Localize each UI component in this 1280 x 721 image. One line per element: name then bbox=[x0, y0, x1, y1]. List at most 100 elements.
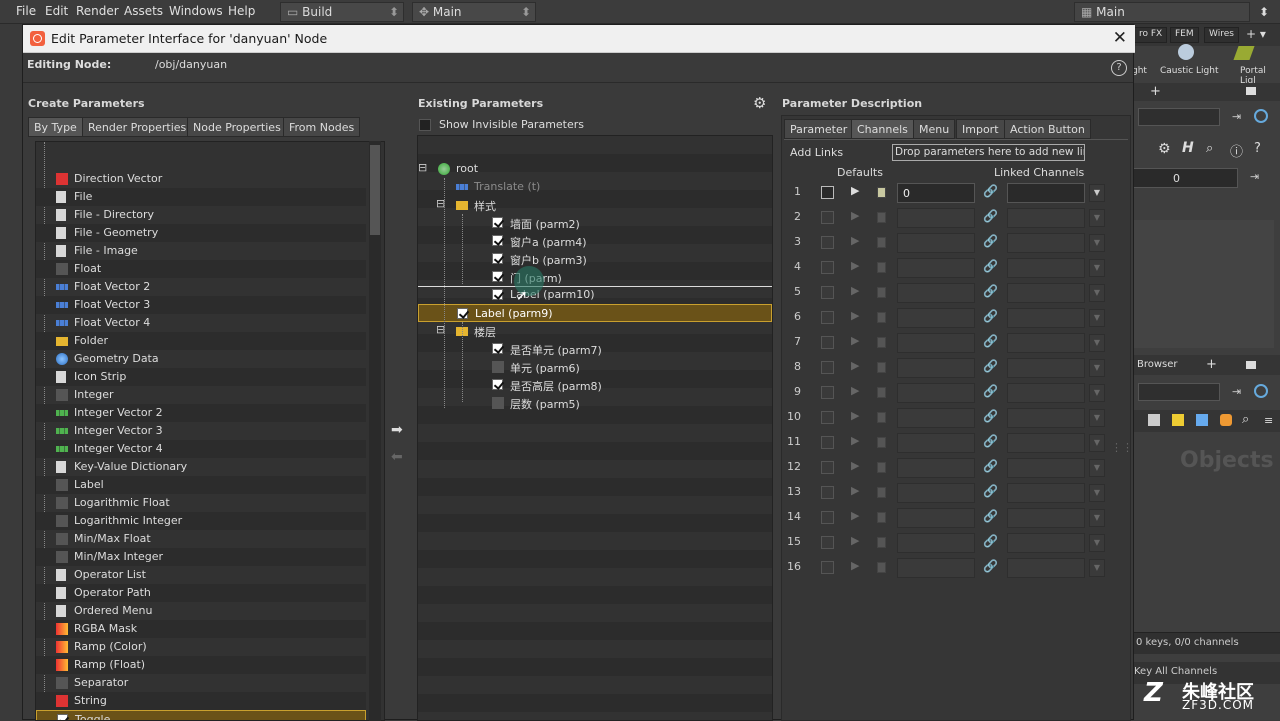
linked-channel-field[interactable] bbox=[1007, 258, 1085, 278]
shelf-set-dropdown[interactable]: ✥ Main ⬍ bbox=[412, 2, 536, 22]
create-param-item[interactable]: Direction Vector bbox=[36, 170, 366, 188]
resize-handle-icon[interactable]: ⋮⋮ bbox=[1111, 441, 1133, 454]
gear-icon[interactable]: ⚙ bbox=[1158, 141, 1171, 157]
linked-channel-field[interactable] bbox=[1007, 183, 1085, 203]
tab-channels[interactable]: Channels bbox=[851, 119, 914, 139]
existing-param-item[interactable]: Label (parm10) bbox=[418, 286, 772, 304]
link-circle-icon[interactable] bbox=[1254, 384, 1268, 398]
play-arrow-icon[interactable]: ▶ bbox=[851, 259, 859, 272]
sheet-icon[interactable] bbox=[877, 337, 886, 348]
linked-channel-dropdown[interactable]: ▼ bbox=[1089, 459, 1105, 477]
create-param-item[interactable]: Operator Path bbox=[36, 584, 366, 602]
linked-channel-field[interactable] bbox=[1007, 333, 1085, 353]
menu-assets[interactable]: Assets bbox=[124, 4, 163, 18]
create-param-item[interactable]: Operator List bbox=[36, 566, 366, 584]
search-icon[interactable]: ⌕ bbox=[1242, 412, 1249, 427]
link-icon[interactable]: 🔗 bbox=[983, 184, 998, 198]
sheet-icon[interactable] bbox=[877, 362, 886, 373]
create-param-item[interactable]: Float Vector 4 bbox=[36, 314, 366, 332]
existing-param-item[interactable]: 墙面 (parm2) bbox=[418, 214, 772, 232]
add-tab-icon[interactable]: + bbox=[1206, 357, 1217, 372]
existing-param-item[interactable]: 是否单元 (parm7) bbox=[418, 340, 772, 358]
default-value-field[interactable] bbox=[897, 483, 975, 503]
sheet-icon[interactable] bbox=[877, 487, 886, 498]
create-param-item[interactable]: Float bbox=[36, 260, 366, 278]
info-icon[interactable]: ⓘ bbox=[1230, 141, 1243, 160]
sheet-icon[interactable] bbox=[877, 537, 886, 548]
create-param-item[interactable]: Float Vector 3 bbox=[36, 296, 366, 314]
default-value-field[interactable] bbox=[897, 358, 975, 378]
menu-edit[interactable]: Edit bbox=[45, 4, 68, 18]
remove-parameter-arrow-icon[interactable]: ⬅ bbox=[391, 449, 403, 465]
linked-channel-dropdown[interactable]: ▼ bbox=[1089, 409, 1105, 427]
linked-channel-field[interactable] bbox=[1007, 483, 1085, 503]
linked-channel-dropdown[interactable]: ▼ bbox=[1089, 434, 1105, 452]
right-desktop-dropdown[interactable]: ▦ Main ⬍ bbox=[1074, 2, 1269, 22]
expression-icon[interactable] bbox=[821, 261, 834, 274]
existing-param-item[interactable]: 门 (parm) bbox=[418, 268, 772, 286]
existing-param-item[interactable]: 窗户a (parm4) bbox=[418, 232, 772, 250]
sheet-icon[interactable] bbox=[877, 437, 886, 448]
link-icon[interactable]: 🔗 bbox=[983, 534, 998, 548]
shelf-tab-wires[interactable]: Wires bbox=[1204, 27, 1239, 43]
sheet-icon[interactable] bbox=[877, 187, 886, 198]
menu-render[interactable]: Render bbox=[76, 4, 119, 18]
linked-channel-field[interactable] bbox=[1007, 233, 1085, 253]
right-dropdown-2[interactable] bbox=[1138, 383, 1220, 401]
create-param-item[interactable]: File - Directory bbox=[36, 206, 366, 224]
link-icon[interactable]: 🔗 bbox=[983, 484, 998, 498]
create-param-item[interactable]: File - Geometry bbox=[36, 224, 366, 242]
default-value-field[interactable] bbox=[897, 458, 975, 478]
default-value-field[interactable] bbox=[897, 258, 975, 278]
existing-param-item[interactable]: 窗户b (parm3) bbox=[418, 250, 772, 268]
create-param-item[interactable]: Integer Vector 2 bbox=[36, 404, 366, 422]
create-param-item[interactable]: Min/Max Float bbox=[36, 530, 366, 548]
play-arrow-icon[interactable]: ▶ bbox=[851, 284, 859, 297]
expression-icon[interactable] bbox=[821, 286, 834, 299]
link-icon[interactable]: 🔗 bbox=[983, 384, 998, 398]
linked-channel-dropdown[interactable]: ▼ bbox=[1089, 359, 1105, 377]
create-param-item[interactable]: Integer Vector 3 bbox=[36, 422, 366, 440]
shelf-tab-fem[interactable]: FEM bbox=[1170, 27, 1199, 43]
play-arrow-icon[interactable]: ▶ bbox=[851, 534, 859, 547]
existing-param-item[interactable]: ⊟ root bbox=[418, 160, 772, 178]
expression-icon[interactable] bbox=[821, 336, 834, 349]
link-icon[interactable]: 🔗 bbox=[983, 234, 998, 248]
expression-icon[interactable] bbox=[821, 236, 834, 249]
menu-windows[interactable]: Windows bbox=[169, 4, 223, 18]
link-icon[interactable]: 🔗 bbox=[983, 259, 998, 273]
create-param-item[interactable]: String bbox=[36, 692, 366, 710]
pane-icon[interactable] bbox=[1246, 87, 1256, 95]
expression-icon[interactable] bbox=[821, 311, 834, 324]
create-param-item[interactable]: Integer bbox=[36, 386, 366, 404]
expression-icon[interactable] bbox=[821, 436, 834, 449]
create-param-item[interactable]: Logarithmic Integer bbox=[36, 512, 366, 530]
existing-param-item[interactable]: ⊟ 样式 bbox=[418, 196, 772, 214]
default-value-field[interactable] bbox=[897, 558, 975, 578]
linked-channel-dropdown[interactable]: ▼ bbox=[1089, 559, 1105, 577]
existing-param-item[interactable]: Label (parm9) bbox=[418, 304, 772, 322]
create-param-item[interactable]: File - Image bbox=[36, 242, 366, 260]
shelf-tab-pyro[interactable]: ro FX bbox=[1134, 27, 1168, 43]
portal-light-icon[interactable] bbox=[1233, 46, 1255, 60]
link-icon[interactable]: 🔗 bbox=[983, 284, 998, 298]
linked-channel-dropdown[interactable]: ▼ bbox=[1089, 534, 1105, 552]
default-value-field[interactable] bbox=[897, 383, 975, 403]
menu-help[interactable]: Help bbox=[228, 4, 255, 18]
play-arrow-icon[interactable]: ▶ bbox=[851, 434, 859, 447]
expression-icon[interactable] bbox=[821, 561, 834, 574]
linked-channel-field[interactable] bbox=[1007, 458, 1085, 478]
expression-icon[interactable] bbox=[821, 511, 834, 524]
create-param-item[interactable]: Ordered Menu bbox=[36, 602, 366, 620]
gear-icon[interactable]: ⚙ bbox=[753, 94, 766, 112]
sheet-icon[interactable] bbox=[877, 562, 886, 573]
play-arrow-icon[interactable]: ▶ bbox=[851, 234, 859, 247]
linked-channel-dropdown[interactable]: ▼ bbox=[1089, 509, 1105, 527]
tab-node-properties[interactable]: Node Properties bbox=[187, 117, 287, 137]
link-icon[interactable]: 🔗 bbox=[983, 359, 998, 373]
linked-channel-field[interactable] bbox=[1007, 408, 1085, 428]
sheet-icon[interactable] bbox=[877, 412, 886, 423]
desktop-dropdown[interactable]: ▭ Build ⬍ bbox=[280, 2, 404, 22]
create-param-item[interactable]: File bbox=[36, 188, 366, 206]
play-arrow-icon[interactable]: ▶ bbox=[851, 184, 859, 197]
